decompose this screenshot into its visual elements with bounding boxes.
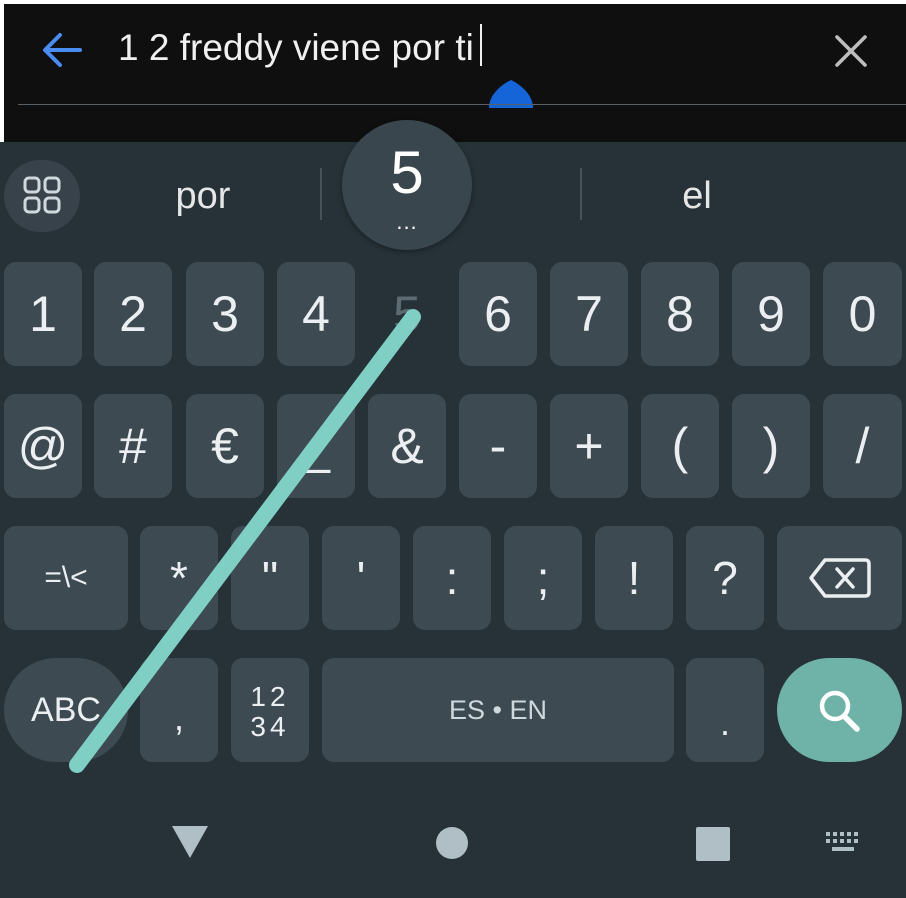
key-slash[interactable]: / [823,394,902,498]
key-exclamation[interactable]: ! [595,526,673,630]
grid-icon [23,176,61,214]
key-more-symbols[interactable]: =\< [4,526,128,630]
key-preview-popup: 5 ... [342,120,472,250]
search-input[interactable]: 1 2 freddy viene por ti [118,22,482,74]
key-underscore[interactable]: _ [277,394,355,498]
key-1[interactable]: 1 [4,262,82,366]
key-asterisk[interactable]: * [140,526,218,630]
navigation-bar [0,780,906,898]
arrow-left-icon[interactable] [40,28,84,72]
key-2[interactable]: 2 [94,262,172,366]
key-9[interactable]: 9 [732,262,810,366]
suggestion-divider [320,168,322,220]
backspace-button[interactable] [777,526,902,630]
key-comma[interactable]: , [140,658,218,762]
backspace-icon [809,558,871,598]
abc-button[interactable]: ABC [4,658,128,762]
key-single-quote[interactable]: ' [322,526,400,630]
search-button[interactable] [777,658,902,762]
keyboard-screen: 1 2 freddy viene por ti por el 1 2 3 4 5… [0,0,906,898]
square-icon[interactable] [695,826,731,862]
image-edge [0,0,906,4]
key-0[interactable]: 0 [823,262,902,366]
search-underline [18,104,906,105]
key-ampersand[interactable]: & [368,394,446,498]
key-8[interactable]: 8 [641,262,719,366]
suggestion-divider [580,168,582,220]
triangle-down-icon[interactable] [170,824,210,860]
key-colon[interactable]: : [413,526,491,630]
keyboard-icon[interactable] [824,830,864,856]
suggestion-left[interactable]: por [150,172,256,220]
space-bar[interactable]: ES • EN [322,658,674,762]
circle-icon[interactable] [434,825,470,861]
search-icon [819,690,860,732]
search-query-text: 1 2 freddy viene por ti [118,27,474,68]
key-3[interactable]: 3 [186,262,264,366]
close-icon[interactable] [832,32,870,70]
key-hash[interactable]: # [94,394,172,498]
numpad-button[interactable]: 12 34 [231,658,309,762]
key-at[interactable]: @ [4,394,82,498]
key-4[interactable]: 4 [277,262,355,366]
key-5[interactable]: 5 [368,262,446,366]
apps-button[interactable] [4,160,80,232]
popup-key-label: 5 [390,139,424,206]
key-euro[interactable]: € [186,394,264,498]
key-plus[interactable]: + [550,394,628,498]
text-cursor [479,24,482,66]
key-minus[interactable]: - [459,394,537,498]
key-6[interactable]: 6 [459,262,537,366]
suggestion-right[interactable]: el [642,172,752,220]
image-edge [0,0,4,142]
key-question[interactable]: ? [686,526,764,630]
key-double-quote[interactable]: " [231,526,309,630]
popup-more-hint: ... [396,209,418,234]
key-semicolon[interactable]: ; [504,526,582,630]
key-7[interactable]: 7 [550,262,628,366]
key-open-paren[interactable]: ( [641,394,719,498]
key-close-paren[interactable]: ) [732,394,810,498]
key-period[interactable]: . [686,658,764,762]
